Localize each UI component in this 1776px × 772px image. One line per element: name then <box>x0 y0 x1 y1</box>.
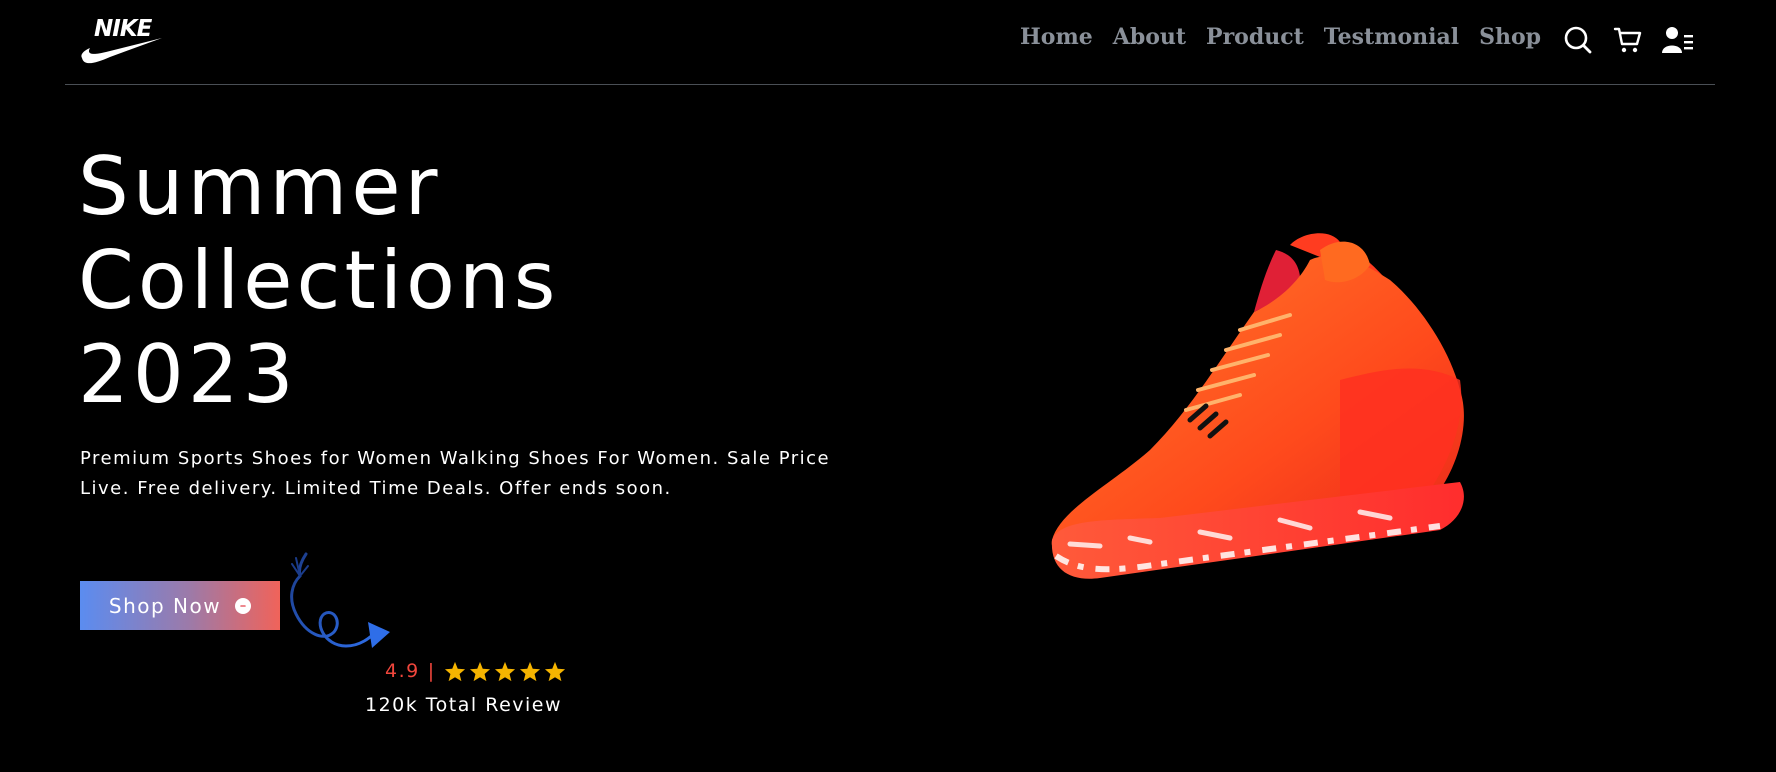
user-menu-icon[interactable] <box>1662 24 1694 56</box>
rating-score: 4.9 <box>385 660 420 682</box>
curly-arrow-icon <box>290 552 390 648</box>
review-count: 120k Total Review <box>365 694 563 716</box>
nav-testmonial[interactable]: Testmonial <box>1324 24 1459 50</box>
star-icon <box>444 661 465 681</box>
cart-icon[interactable] <box>1612 24 1644 56</box>
nike-logo[interactable]: NIKE <box>80 14 166 64</box>
nav-shop[interactable]: Shop <box>1479 24 1541 50</box>
header-divider <box>65 84 1715 85</box>
arrow-circle-icon <box>235 597 252 614</box>
hero-title: Summer Collections 2023 <box>78 140 559 422</box>
main-nav: Home About Product Testmonial Shop <box>1020 20 1561 54</box>
hero-title-line-2: Collections <box>78 234 560 327</box>
nav-home[interactable]: Home <box>1020 24 1093 50</box>
shop-now-button[interactable]: Shop Now <box>80 581 280 630</box>
hero-title-line-3: 2023 <box>78 328 298 421</box>
star-rating <box>444 661 569 682</box>
hero-title-line-1: Summer <box>78 140 442 233</box>
star-icon <box>544 661 565 681</box>
rating-separator: | <box>427 660 436 682</box>
star-icon <box>469 661 490 681</box>
nav-about[interactable]: About <box>1113 24 1186 50</box>
star-icon <box>519 661 540 681</box>
rating-row: 4.9 | <box>385 660 569 682</box>
shop-now-label: Shop Now <box>108 593 222 618</box>
hero-description: Premium Sports Shoes for Women Walking S… <box>80 448 831 499</box>
nav-product[interactable]: Product <box>1206 24 1304 50</box>
shoe-image <box>1051 233 1464 579</box>
search-icon[interactable] <box>1562 24 1594 56</box>
swoosh-icon <box>81 38 162 64</box>
header-icons <box>1562 24 1712 56</box>
star-icon <box>494 661 515 681</box>
